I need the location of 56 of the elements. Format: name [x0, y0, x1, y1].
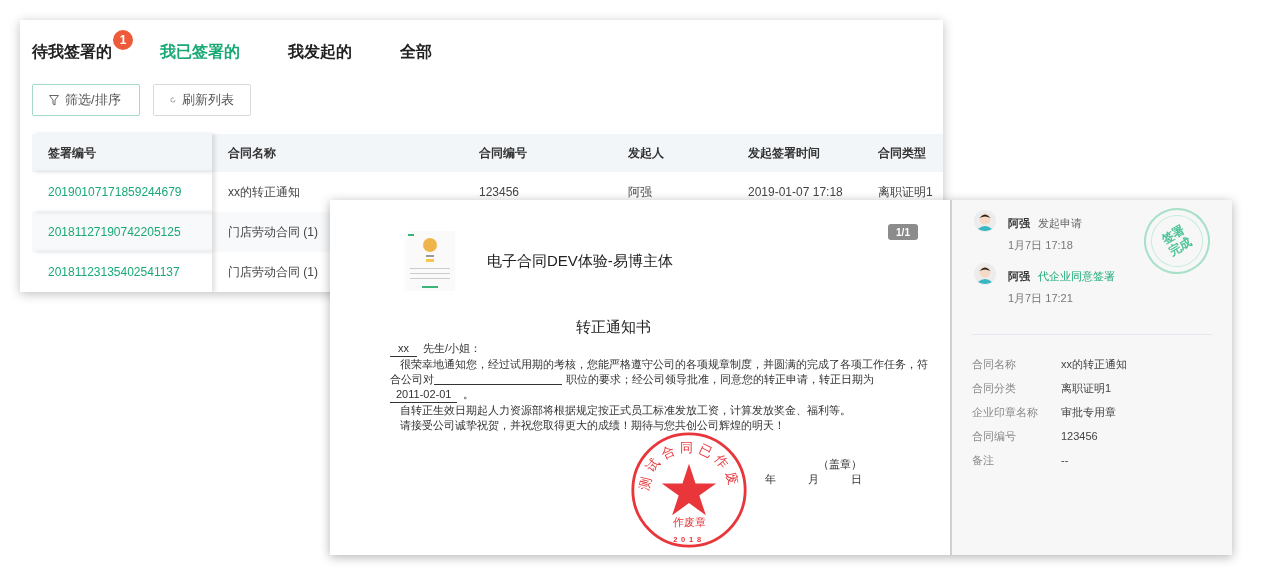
timeline-action: 代企业同意签署: [1038, 269, 1115, 284]
seal-label: （盖章）: [818, 456, 862, 472]
body-text: 职位的要求；经公司领导批准，同意您的转正申请，转正日期为: [566, 371, 874, 387]
column-header: 合同名称: [228, 145, 276, 162]
table-cell-text: 阿强: [628, 184, 652, 201]
official-seal: 测试合同已作废 作废章 2018: [630, 431, 748, 549]
column-header: 发起人: [628, 145, 664, 162]
timeline-time: 1月7日 17:21: [1008, 290, 1074, 306]
date-label: 年: [765, 471, 776, 487]
body-text: 合公司对: [390, 371, 434, 387]
tab[interactable]: 待我签署的: [32, 40, 112, 64]
timeline-action: 发起申请: [1038, 216, 1082, 231]
body-text: 请接受公司诚挚祝贺，并祝您取得更大的成绩！期待与您共创公司辉煌的明天！: [399, 417, 786, 433]
count-badge: 1: [113, 30, 133, 50]
field-value: 审批专用章: [1061, 405, 1116, 420]
field-label: 合同名称: [972, 357, 1017, 372]
date-field: 2011-02-01: [390, 386, 458, 403]
field-label: 合同编号: [972, 429, 1017, 444]
person-name: 阿强: [1008, 269, 1030, 284]
body-text: 很荣幸地通知您，经过试用期的考核，您能严格遵守公司的各项规章制度，并圆满的完成了各项工作任务，符: [399, 356, 929, 372]
field-value: xx的转正通知: [1061, 357, 1127, 372]
timeline-time: 1月7日 17:18: [1008, 237, 1074, 253]
salutation: 先生/小姐：: [423, 340, 482, 356]
body-text: 自转正生效日期起人力资源部将根据规定按正式员工标准发放工资，计算发放奖金、福利等。: [399, 402, 852, 418]
column-header: 合同编号: [479, 145, 527, 162]
table-cell-text: 2019-01-07 17:18: [748, 184, 843, 201]
field-value: --: [1061, 453, 1069, 468]
company-name: 电子合同DEV体验-易博主体: [487, 250, 673, 271]
field-label: 企业印章名称: [972, 405, 1039, 420]
column-header: 发起签署时间: [748, 145, 820, 162]
field-label: 备注: [972, 453, 995, 468]
column-header: 签署编号: [48, 145, 96, 162]
field-value: 离职证明1: [1061, 381, 1112, 396]
page-indicator: 1/1: [888, 224, 918, 240]
avatar: [974, 263, 996, 285]
tab[interactable]: 我发起的: [288, 40, 352, 64]
avatar: [974, 210, 996, 232]
table-cell-text: 123456: [479, 184, 520, 201]
date-label: 月: [808, 471, 819, 487]
tab[interactable]: 全部: [400, 40, 432, 64]
document-title: 转正通知书: [574, 317, 652, 337]
date-label: 日: [851, 471, 862, 487]
body-text: 。: [463, 386, 475, 402]
name-field: xx: [390, 340, 417, 357]
table-cell-text: 门店劳动合同 (1): [228, 224, 318, 241]
column-header: 合同类型: [878, 145, 926, 162]
table-cell-text: xx的转正通知: [228, 184, 300, 201]
refresh-icon: [170, 95, 176, 105]
filter-icon: [49, 94, 59, 106]
field-label: 合同分类: [972, 381, 1017, 396]
refresh-button[interactable]: 刷新列表: [153, 84, 251, 116]
table-cell-text: 门店劳动合同 (1): [228, 264, 318, 281]
table-cell-text: 离职证明1: [878, 184, 933, 201]
field-value: 123456: [1061, 429, 1098, 444]
filter-button[interactable]: 筛选/排序: [32, 84, 140, 116]
person-name: 阿强: [1008, 216, 1030, 231]
